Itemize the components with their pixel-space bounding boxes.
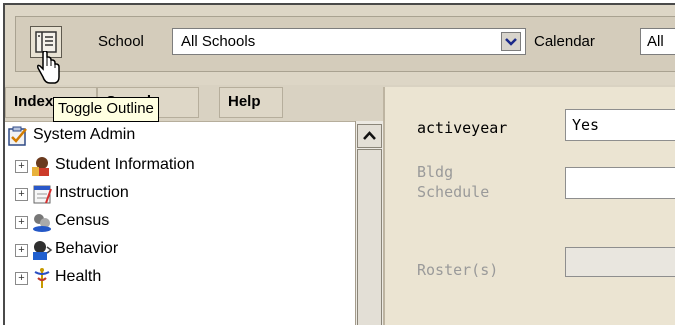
student-icon	[32, 157, 49, 176]
scroll-up-button[interactable]	[357, 124, 382, 148]
hand-cursor-icon	[37, 51, 60, 84]
chevron-down-icon	[505, 38, 517, 46]
chevron-up-icon	[363, 131, 376, 140]
roster-label: Roster(s)	[417, 261, 499, 279]
left-panel: Index Search Help System Admin +	[5, 87, 384, 325]
scroll-thumb[interactable]	[357, 149, 382, 325]
tree-root-label: System Admin	[33, 126, 136, 143]
toggle-outline-tooltip: Toggle Outline	[53, 97, 159, 122]
school-label: School	[98, 33, 144, 50]
toolbar-inner: School All Schools Calendar All	[15, 16, 675, 72]
tree-item-label: Behavior	[55, 240, 119, 257]
tab-help-label: Help	[228, 93, 261, 110]
activeyear-select[interactable]: Yes	[565, 109, 675, 141]
tree-scrollbar[interactable]	[355, 121, 384, 325]
census-icon	[33, 214, 51, 232]
tab-index-label: Index	[14, 93, 54, 110]
behavior-icon	[33, 241, 53, 260]
expand-icon[interactable]: +	[15, 216, 28, 229]
activeyear-value: Yes	[572, 116, 600, 134]
instruction-icon	[33, 185, 52, 204]
roster-field[interactable]	[565, 247, 675, 277]
app-window: School All Schools Calendar All Index Se…	[3, 3, 675, 325]
toolbar: School All Schools Calendar All	[5, 5, 675, 85]
expand-icon[interactable]: +	[15, 160, 28, 173]
tree-item-label: Instruction	[55, 184, 129, 201]
calendar-select-value: All	[647, 33, 664, 50]
calendar-label: Calendar	[534, 33, 595, 50]
health-icon	[34, 268, 50, 288]
bldg-schedule-label-line2: Schedule	[417, 183, 490, 201]
expand-icon[interactable]: +	[15, 188, 28, 201]
outline-tree: System Admin + Student Information + Ins…	[5, 121, 355, 325]
tab-help[interactable]: Help	[219, 87, 283, 118]
bldg-schedule-field[interactable]	[565, 167, 675, 199]
tree-item-label: Student Information	[55, 156, 195, 173]
school-select[interactable]: All Schools	[172, 28, 526, 55]
outline-icon	[35, 31, 57, 53]
tree-item-label: Health	[55, 268, 102, 285]
calendar-select[interactable]: All	[640, 28, 675, 55]
clipboard-check-icon	[8, 126, 27, 146]
expand-icon[interactable]: +	[15, 244, 28, 257]
detail-form: activeyear Yes Bldg Schedule Roster(s)	[383, 87, 675, 325]
activeyear-label: activeyear	[417, 119, 508, 137]
tree-item-label: Census	[55, 212, 110, 229]
school-select-value: All Schools	[181, 33, 256, 50]
bldg-schedule-label-line1: Bldg	[417, 163, 454, 181]
school-dropdown-button[interactable]	[501, 32, 521, 51]
expand-icon[interactable]: +	[15, 272, 28, 285]
